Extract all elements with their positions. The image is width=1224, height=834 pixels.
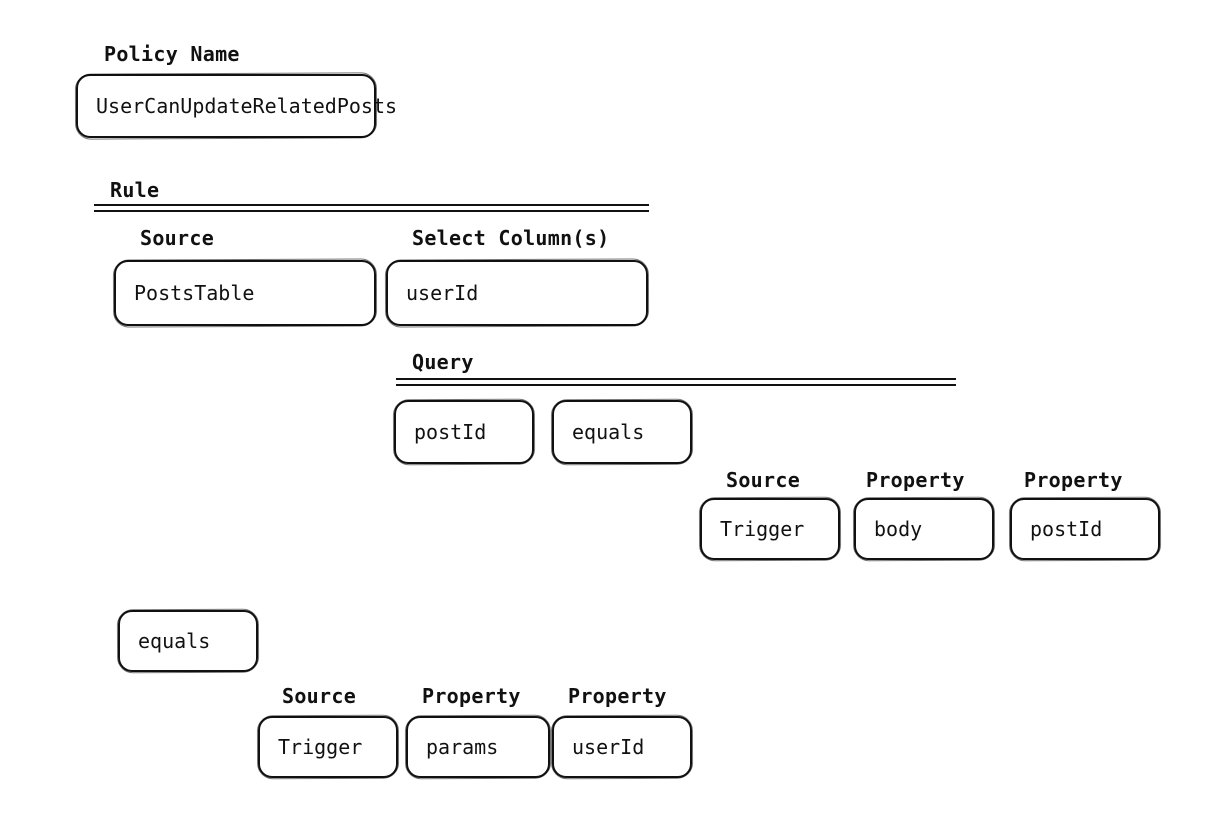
query-rhs-property2-value: postId — [1030, 517, 1102, 541]
select-columns-value: userId — [406, 281, 478, 305]
query-rhs-source-label: Source — [726, 468, 800, 492]
select-columns-label: Select Column(s) — [412, 226, 609, 250]
query-rhs-property1-value: body — [874, 517, 922, 541]
compare-rhs-property1-input[interactable]: params — [406, 716, 550, 778]
query-column-input[interactable]: postId — [394, 400, 534, 464]
query-rhs-source-input[interactable]: Trigger — [700, 498, 840, 560]
query-rhs-source-value: Trigger — [720, 517, 804, 541]
source-label: Source — [140, 226, 214, 250]
compare-rhs-property1-value: params — [426, 735, 498, 759]
compare-rhs-property2-input[interactable]: userId — [552, 716, 692, 778]
policy-name-label: Policy Name — [104, 42, 240, 66]
policy-name-input[interactable]: UserCanUpdateRelatedPosts — [76, 74, 376, 138]
source-input[interactable]: PostsTable — [114, 260, 376, 326]
policy-name-value: UserCanUpdateRelatedPosts — [96, 94, 397, 118]
compare-rhs-property2-value: userId — [572, 735, 644, 759]
source-value: PostsTable — [134, 281, 254, 305]
compare-operator-value: equals — [138, 629, 210, 653]
query-rhs-property2-input[interactable]: postId — [1010, 498, 1160, 560]
compare-rhs-source-label: Source — [282, 684, 356, 708]
compare-rhs-source-input[interactable]: Trigger — [258, 716, 398, 778]
diagram-canvas: Policy Name UserCanUpdateRelatedPosts Ru… — [0, 0, 1224, 834]
query-operator-value: equals — [572, 420, 644, 444]
rule-divider — [94, 204, 649, 212]
rule-label: Rule — [110, 178, 159, 202]
query-divider — [396, 378, 956, 386]
compare-rhs-property2-label: Property — [568, 684, 667, 708]
compare-rhs-property1-label: Property — [422, 684, 521, 708]
compare-rhs-source-value: Trigger — [278, 735, 362, 759]
query-label: Query — [412, 350, 474, 374]
query-column-value: postId — [414, 420, 486, 444]
compare-operator-input[interactable]: equals — [118, 610, 258, 672]
select-columns-input[interactable]: userId — [386, 260, 648, 326]
query-rhs-property1-input[interactable]: body — [854, 498, 994, 560]
query-rhs-property1-label: Property — [866, 468, 965, 492]
query-rhs-property2-label: Property — [1024, 468, 1123, 492]
query-operator-input[interactable]: equals — [552, 400, 692, 464]
